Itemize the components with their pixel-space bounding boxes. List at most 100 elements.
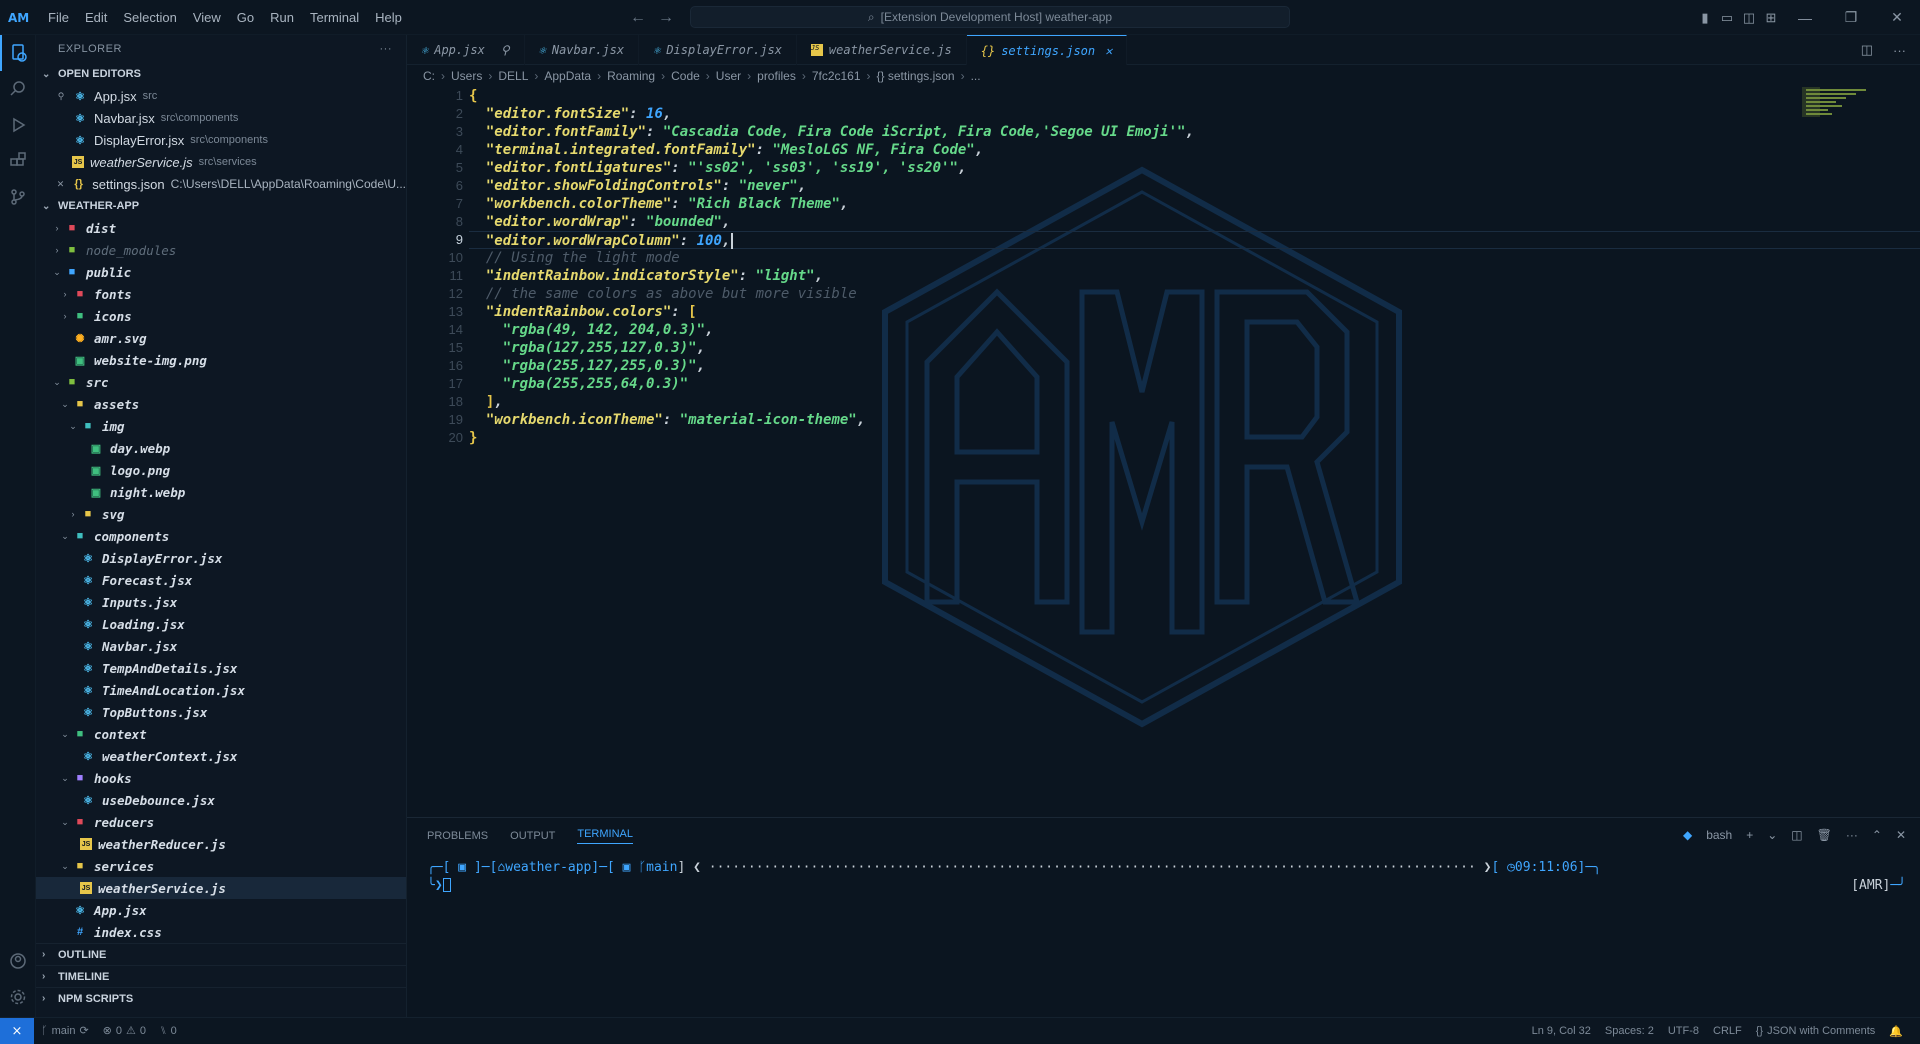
remote-indicator-icon[interactable]: ⨯ (0, 1017, 34, 1044)
breadcrumb-item[interactable]: User (716, 69, 741, 83)
file-item[interactable]: JS weatherService.js (36, 877, 406, 899)
breadcrumb-item[interactable]: ... (971, 69, 981, 83)
maximize-panel-icon[interactable]: ⌃ (1872, 828, 1882, 842)
folder-item[interactable]: › ■ dist (36, 217, 406, 239)
file-item[interactable]: ⚛ TopButtons.jsx (36, 701, 406, 723)
indentation[interactable]: Spaces: 2 (1598, 1025, 1661, 1037)
account-icon[interactable] (0, 943, 36, 979)
more-actions-icon[interactable]: ··· (1846, 828, 1858, 842)
file-item[interactable]: # index.css (36, 921, 406, 943)
tab-settings-json[interactable]: {} settings.json ✕ (966, 35, 1128, 65)
section-npm-scripts[interactable]: › NPM SCRIPTS (36, 987, 406, 1009)
breadcrumb-item[interactable]: Code (671, 69, 700, 83)
code-line[interactable]: "editor.fontLigatures": "'ss02', 'ss03',… (469, 159, 1920, 177)
file-item[interactable]: ⚛ useDebounce.jsx (36, 789, 406, 811)
command-center[interactable]: ⌕ [Extension Development Host] weather-a… (690, 6, 1290, 28)
run-debug-icon[interactable] (0, 107, 36, 143)
open-editor-item[interactable]: JS weatherService.js src\services (36, 151, 406, 173)
file-item[interactable]: ⚛ Inputs.jsx (36, 591, 406, 613)
file-item[interactable]: ⚛ TempAndDetails.jsx (36, 657, 406, 679)
back-arrow-icon[interactable]: ← (630, 9, 646, 27)
encoding[interactable]: UTF-8 (1661, 1025, 1706, 1037)
folder-item[interactable]: ⌄ ■ src (36, 371, 406, 393)
code-lines[interactable]: { "editor.fontSize": 16, "editor.fontFam… (469, 87, 1920, 447)
breadcrumb-item[interactable]: C: (423, 69, 435, 83)
tab-weatherservice-js[interactable]: JS weatherService.js (797, 35, 967, 65)
close-window-button[interactable]: ✕ (1874, 0, 1920, 35)
code-line[interactable]: "editor.wordWrapColumn": 100, (469, 231, 1920, 249)
terminal-shell-name[interactable]: bash (1706, 828, 1732, 842)
branch-status[interactable]: ᚴ main ⟳ (34, 1024, 96, 1038)
problems-status[interactable]: ⊗ 0 ⚠ 0 (96, 1024, 153, 1038)
tab-app-jsx[interactable]: ⚛ App.jsx ⚲ (407, 35, 525, 65)
code-line[interactable]: "rgba(49, 142, 204,0.3)", (469, 321, 1920, 339)
code-line[interactable]: "indentRainbow.colors": [ (469, 303, 1920, 321)
code-line[interactable]: "rgba(127,255,127,0.3)", (469, 339, 1920, 357)
code-line[interactable]: "editor.fontFamily": "Cascadia Code, Fir… (469, 123, 1920, 141)
toggle-sidebar-icon[interactable]: ▮ (1694, 0, 1716, 35)
code-line[interactable]: ], (469, 393, 1920, 411)
menu-item-run[interactable]: Run (262, 0, 302, 35)
folder-item[interactable]: › ■ node_modules (36, 239, 406, 261)
folder-item[interactable]: ⌄ ■ hooks (36, 767, 406, 789)
extensions-icon[interactable] (0, 143, 36, 179)
new-terminal-icon[interactable]: + (1746, 828, 1753, 842)
folder-item[interactable]: ⌄ ■ assets (36, 393, 406, 415)
code-line[interactable]: { (469, 87, 1920, 105)
code-line[interactable]: "terminal.integrated.fontFamily": "Meslo… (469, 141, 1920, 159)
folder-item[interactable]: › ■ icons (36, 305, 406, 327)
more-actions-icon[interactable]: ··· (1893, 43, 1906, 58)
trash-icon[interactable]: 🗑 (1817, 828, 1832, 842)
code-line[interactable]: // Using the light mode (469, 249, 1920, 267)
menu-item-help[interactable]: Help (367, 0, 410, 35)
code-line[interactable]: "rgba(255,127,255,0.3)", (469, 357, 1920, 375)
tab-displayerror-jsx[interactable]: ⚛ DisplayError.jsx (639, 35, 797, 65)
close-tab-icon[interactable]: ✕ (1105, 44, 1112, 58)
code-line[interactable]: "editor.wordWrap": "bounded", (469, 213, 1920, 231)
code-line[interactable]: "indentRainbow.indicatorStyle": "light", (469, 267, 1920, 285)
code-line[interactable]: // the same colors as above but more vis… (469, 285, 1920, 303)
notifications-bell-icon[interactable]: 🔔 (1882, 1025, 1910, 1038)
breadcrumb-item[interactable]: DELL (498, 69, 528, 83)
panel-tab-problems[interactable]: PROBLEMS (427, 830, 488, 842)
panel-tab-output[interactable]: OUTPUT (510, 830, 555, 842)
customize-layout-icon[interactable]: ⊞ (1760, 0, 1782, 35)
code-editor[interactable]: 1 2 3 4 5 6 7 8 9 10 11 12 13 14 15 16 17 18 19 20 { "edito… (407, 87, 1920, 817)
folder-item[interactable]: ⌄ ■ img (36, 415, 406, 437)
breadcrumb-item[interactable]: {} settings.json (877, 69, 955, 83)
forward-arrow-icon[interactable]: → (658, 9, 674, 27)
code-line[interactable]: "editor.showFoldingControls": "never", (469, 177, 1920, 195)
file-item[interactable]: ⚛ App.jsx (36, 899, 406, 921)
menu-item-file[interactable]: File (40, 0, 77, 35)
toggle-secondary-sidebar-icon[interactable]: ◫ (1738, 0, 1760, 35)
minimize-button[interactable]: — (1782, 0, 1828, 35)
open-editors-section[interactable]: ⌄ OPEN EDITORS (36, 63, 406, 85)
folder-item[interactable]: ⌄ ■ components (36, 525, 406, 547)
open-editor-item[interactable]: ✕{} settings.json C:\Users\DELL\AppData\Ro… (36, 173, 406, 195)
menu-item-edit[interactable]: Edit (77, 0, 115, 35)
end-of-line[interactable]: CRLF (1706, 1025, 1749, 1037)
breadcrumb-item[interactable]: profiles (757, 69, 796, 83)
split-terminal-icon[interactable]: ◫ (1791, 828, 1802, 842)
folder-item[interactable]: › ■ svg (36, 503, 406, 525)
close-icon[interactable]: ✕ (50, 179, 71, 190)
search-icon[interactable] (0, 71, 36, 107)
breadcrumb-item[interactable]: Users (451, 69, 482, 83)
open-editor-item[interactable]: ⚛ DisplayError.jsx src\components (36, 129, 406, 151)
file-item[interactable]: ▣ night.webp (36, 481, 406, 503)
restore-button[interactable]: ❐ (1828, 0, 1874, 35)
file-item[interactable]: JS weatherReducer.js (36, 833, 406, 855)
code-line[interactable]: "workbench.iconTheme": "material-icon-th… (469, 411, 1920, 429)
language-mode[interactable]: {} JSON with Comments (1749, 1025, 1883, 1037)
menu-item-terminal[interactable]: Terminal (302, 0, 367, 35)
folder-item[interactable]: ⌄ ■ reducers (36, 811, 406, 833)
file-item[interactable]: ▣ website-img.png (36, 349, 406, 371)
open-editor-item[interactable]: ⚛ Navbar.jsx src\components (36, 107, 406, 129)
file-item[interactable]: ▣ logo.png (36, 459, 406, 481)
menu-item-go[interactable]: Go (229, 0, 262, 35)
breadcrumb-item[interactable]: AppData (544, 69, 591, 83)
panel-tab-terminal[interactable]: TERMINAL (577, 828, 633, 844)
file-item[interactable]: ✺ amr.svg (36, 327, 406, 349)
ports-status[interactable]: ⑊ 0 (153, 1025, 184, 1037)
file-item[interactable]: ⚛ DisplayError.jsx (36, 547, 406, 569)
